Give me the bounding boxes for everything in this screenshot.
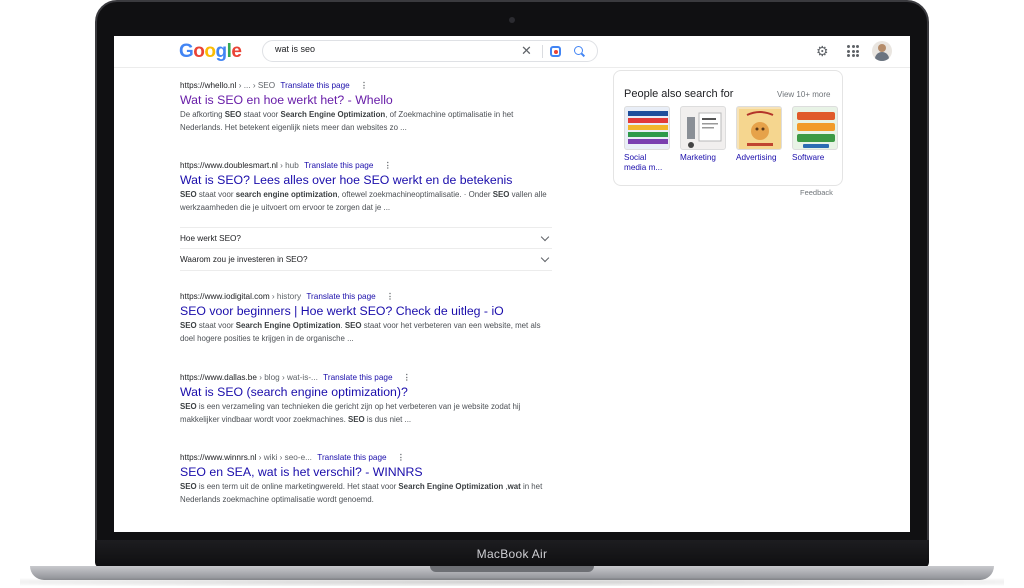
more-options-icon[interactable]: ⋮ xyxy=(360,81,368,90)
camera-icon xyxy=(509,17,515,23)
chevron-down-icon xyxy=(540,253,550,263)
result-url-host[interactable]: https://whello.nl xyxy=(180,81,236,90)
translate-link[interactable]: Translate this page xyxy=(317,453,386,462)
result-cite: https://www.dallas.be › blog › wat-is-..… xyxy=(180,372,555,382)
result-snippet: SEO staat voor Search Engine Optimizatio… xyxy=(180,321,541,343)
result-snippet: SEO staat voor search engine optimizatio… xyxy=(180,190,547,212)
related-questions: Hoe werkt SEO? Waarom zou je investeren … xyxy=(180,227,552,271)
result-title[interactable]: SEO voor beginners | Hoe werkt SEO? Chec… xyxy=(180,304,555,318)
laptop-notch xyxy=(430,566,594,572)
result-url-host[interactable]: https://www.dallas.be xyxy=(180,373,257,382)
more-options-icon[interactable]: ⋮ xyxy=(386,292,394,301)
related-item-label[interactable]: Advertising xyxy=(736,153,782,163)
screen: Google ✕ ⚙ https://whello.nl › ... › SEO… xyxy=(114,36,910,532)
result-title[interactable]: Wat is SEO en hoe werkt het? - Whello xyxy=(180,93,555,107)
result-url-path: › wiki › seo-e... xyxy=(256,453,312,462)
avatar[interactable] xyxy=(872,41,892,61)
faq-item[interactable]: Waarom zou je investeren in SEO? xyxy=(180,249,552,271)
result-url-path: › ... › SEO xyxy=(236,81,276,90)
related-item-label[interactable]: Social media m... xyxy=(624,153,670,173)
gear-icon[interactable]: ⚙ xyxy=(816,44,830,58)
result-item: https://www.doublesmart.nl › hub Transla… xyxy=(180,160,555,214)
translate-link[interactable]: Translate this page xyxy=(304,161,373,170)
result-url-path: › hub xyxy=(277,161,299,170)
google-logo[interactable]: Google xyxy=(179,41,242,63)
more-options-icon[interactable]: ⋮ xyxy=(384,161,392,170)
marketing-graphic xyxy=(687,112,722,148)
translate-link[interactable]: Translate this page xyxy=(306,292,375,301)
advertising-thumbnail[interactable] xyxy=(736,106,782,150)
advertising-graphic xyxy=(739,109,781,149)
faq-item[interactable]: Hoe werkt SEO? xyxy=(180,227,552,249)
result-cite: https://www.doublesmart.nl › hub Transla… xyxy=(180,160,555,170)
panel-title: People also search for xyxy=(624,88,734,100)
translate-link[interactable]: Translate this page xyxy=(323,373,392,382)
result-url-path: › history xyxy=(269,292,302,301)
search-icon[interactable] xyxy=(574,46,583,55)
result-url-host[interactable]: https://www.doublesmart.nl xyxy=(180,161,278,170)
related-item[interactable]: Marketing xyxy=(680,106,726,173)
macbook-device: Google ✕ ⚙ https://whello.nl › ... › SEO… xyxy=(0,0,1024,588)
marketing-thumbnail[interactable] xyxy=(680,106,726,150)
result-item: https://whello.nl › ... › SEO Translate … xyxy=(180,80,555,134)
more-options-icon[interactable]: ⋮ xyxy=(397,453,405,462)
related-item[interactable]: Social media m... xyxy=(624,106,670,173)
translate-link[interactable]: Translate this page xyxy=(280,81,349,90)
result-snippet: SEO is een term uit de online marketingw… xyxy=(180,482,543,504)
laptop-shadow xyxy=(20,578,1004,586)
result-item: https://www.winnrs.nl › wiki › seo-e... … xyxy=(180,452,555,506)
laptop-chin: MacBook Air xyxy=(95,540,929,568)
view-more-link[interactable]: View 10+ more xyxy=(777,90,830,99)
close-icon[interactable]: ✕ xyxy=(521,43,532,59)
result-url-host[interactable]: https://www.iodigital.com xyxy=(180,292,270,301)
search-box: ✕ xyxy=(262,40,598,62)
software-thumbnail[interactable] xyxy=(792,106,838,150)
result-snippet: SEO is een verzameling van technieken di… xyxy=(180,402,521,424)
related-thumbnails: Social media m... Marketing Advertising … xyxy=(624,106,838,173)
related-item-label[interactable]: Marketing xyxy=(680,153,726,163)
search-divider xyxy=(542,45,543,58)
more-options-icon[interactable]: ⋮ xyxy=(403,373,411,382)
social-media-thumbnail[interactable] xyxy=(624,106,670,150)
result-title[interactable]: Wat is SEO (search engine optimization)? xyxy=(180,385,555,399)
chevron-down-icon xyxy=(540,232,550,241)
related-item-label[interactable]: Software xyxy=(792,153,838,163)
result-snippet: De afkorting SEO staat voor Search Engin… xyxy=(180,110,514,132)
related-item[interactable]: Advertising xyxy=(736,106,782,173)
people-also-search-panel: People also search for View 10+ more Soc… xyxy=(613,70,843,186)
device-label: MacBook Air xyxy=(476,547,548,561)
related-item[interactable]: Software xyxy=(792,106,838,173)
search-header: Google ✕ ⚙ xyxy=(114,36,910,68)
result-item: https://www.dallas.be › blog › wat-is-..… xyxy=(180,372,555,426)
result-title[interactable]: Wat is SEO? Lees alles over hoe SEO werk… xyxy=(180,173,555,187)
faq-question: Waarom zou je investeren in SEO? xyxy=(180,255,308,264)
result-url-path: › blog › wat-is-... xyxy=(256,373,318,382)
software-graphic xyxy=(797,112,835,148)
result-title[interactable]: SEO en SEA, wat is het verschil? - WINNR… xyxy=(180,465,555,479)
result-cite: https://www.winnrs.nl › wiki › seo-e... … xyxy=(180,452,555,462)
result-cite: https://www.iodigital.com › history Tran… xyxy=(180,291,555,301)
feedback-link[interactable]: Feedback xyxy=(800,188,833,197)
faq-question: Hoe werkt SEO? xyxy=(180,233,241,243)
lens-icon[interactable] xyxy=(550,46,561,57)
search-input[interactable] xyxy=(275,44,515,54)
result-url-host[interactable]: https://www.winnrs.nl xyxy=(180,453,256,462)
apps-icon[interactable] xyxy=(847,45,859,57)
result-cite: https://whello.nl › ... › SEO Translate … xyxy=(180,80,555,90)
result-item: https://www.iodigital.com › history Tran… xyxy=(180,291,555,345)
